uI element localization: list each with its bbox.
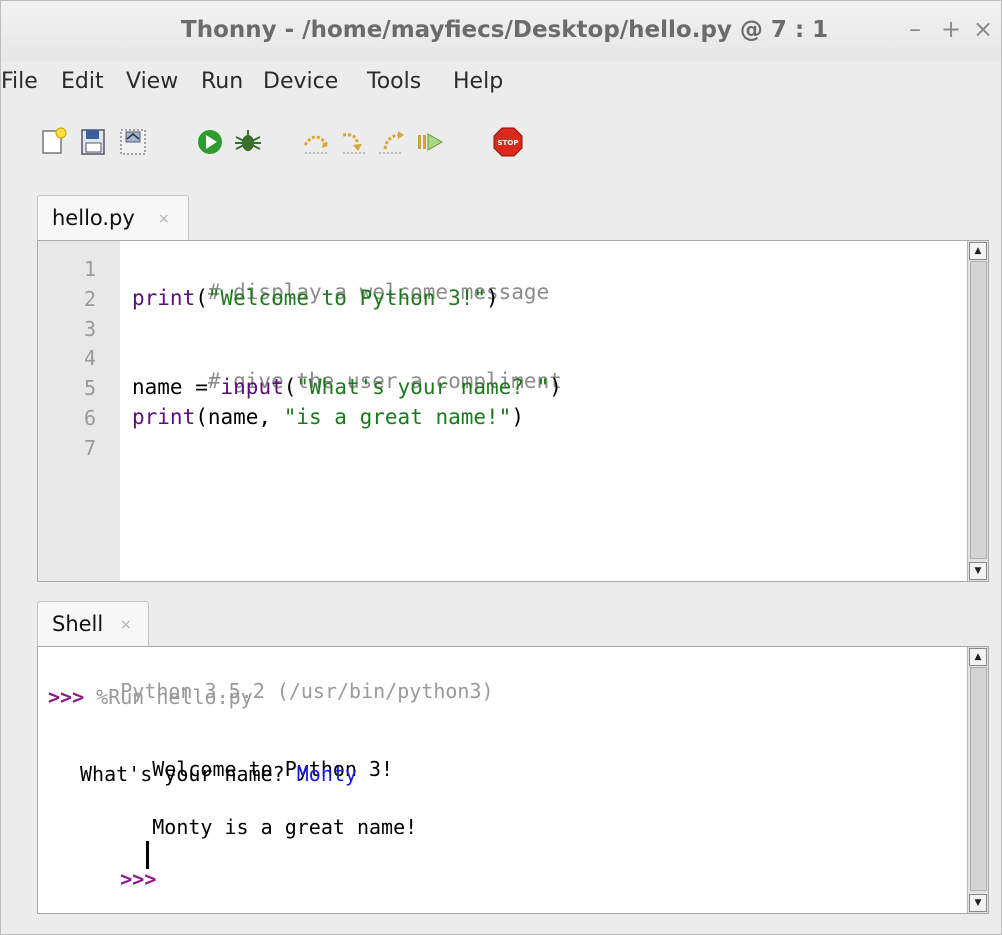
- stop-icon[interactable]: STOP: [491, 125, 525, 159]
- scroll-up-icon[interactable]: ▲: [969, 648, 987, 666]
- shell-scrollbar[interactable]: ▲ ▼: [967, 647, 988, 913]
- tab-close-icon[interactable]: ×: [120, 617, 132, 633]
- resume-icon[interactable]: [413, 125, 447, 159]
- close-button[interactable]: ×: [973, 15, 993, 43]
- tab-close-icon[interactable]: ×: [158, 211, 170, 227]
- line-number: 3: [83, 317, 96, 341]
- editor-scrollbar[interactable]: ▲ ▼: [967, 241, 988, 581]
- menu-file[interactable]: File: [1, 69, 38, 94]
- title-bar[interactable]: Thonny - /home/mayfiecs/Desktop/hello.py…: [1, 1, 1001, 61]
- code-function: print: [132, 286, 196, 310]
- text-cursor: [146, 841, 149, 869]
- step-over-icon[interactable]: [299, 125, 333, 159]
- scroll-down-icon[interactable]: ▼: [969, 562, 987, 580]
- user-input-text: Monty: [296, 762, 357, 786]
- code-function: input: [220, 375, 284, 399]
- tab-shell[interactable]: Shell ×: [37, 601, 149, 646]
- code-paren: ): [486, 286, 499, 310]
- toolbar: STOP: [1, 121, 1001, 171]
- line-number: 2: [83, 287, 96, 311]
- shell-prompt: >>>: [120, 867, 157, 891]
- output-text: Monty is a great name!: [152, 815, 418, 839]
- line-number: 4: [83, 346, 96, 370]
- code-line-2: print("Welcome to Python 3!"): [132, 286, 499, 310]
- minimize-button[interactable]: –: [909, 15, 921, 43]
- shell-input-line[interactable]: >>>: [48, 843, 156, 915]
- shell-output-2: What's your name? Monty: [80, 762, 357, 786]
- code-string: "Welcome to Python 3!": [207, 286, 487, 310]
- menu-bar: File Edit View Run Device Tools Help: [1, 65, 1001, 101]
- menu-run[interactable]: Run: [201, 69, 243, 94]
- code-string: "is a great name!": [283, 405, 512, 429]
- scroll-up-icon[interactable]: ▲: [969, 242, 987, 260]
- code-function: print: [132, 405, 196, 429]
- menu-edit[interactable]: Edit: [61, 69, 104, 94]
- thonny-window: Thonny - /home/mayfiecs/Desktop/hello.py…: [0, 0, 1002, 935]
- run-command: %Run hello.py: [96, 685, 253, 709]
- stop-label: STOP: [498, 139, 519, 147]
- shell-run-line: >>> %Run hello.py: [48, 685, 253, 709]
- code-paren: (: [195, 286, 208, 310]
- scroll-down-icon[interactable]: ▼: [969, 894, 987, 912]
- code-args: (name,: [195, 405, 284, 429]
- code-editor[interactable]: 1 2 3 4 5 6 7 # display a welcome messag…: [37, 240, 989, 582]
- shell-tab-label: Shell: [52, 612, 104, 636]
- line-number: 6: [83, 406, 96, 430]
- run-icon[interactable]: [193, 125, 227, 159]
- output-text: What's your name?: [80, 762, 297, 786]
- code-paren: ): [549, 375, 562, 399]
- tab-hello-py[interactable]: hello.py ×: [37, 195, 189, 240]
- code-paren: (: [283, 375, 297, 399]
- menu-help[interactable]: Help: [453, 69, 503, 94]
- scroll-thumb[interactable]: [970, 261, 987, 559]
- menu-view[interactable]: View: [126, 69, 178, 94]
- editor-tab-label: hello.py: [52, 206, 135, 230]
- window-title: Thonny - /home/mayfiecs/Desktop/hello.py…: [181, 17, 829, 43]
- shell-prompt: >>>: [48, 685, 85, 709]
- save-file-icon[interactable]: [117, 125, 151, 159]
- line-number-gutter: 1 2 3 4 5 6 7: [38, 241, 120, 581]
- scroll-thumb[interactable]: [970, 667, 987, 891]
- line-number: 5: [83, 376, 96, 400]
- new-file-icon[interactable]: [37, 125, 71, 159]
- step-out-icon[interactable]: [375, 125, 409, 159]
- code-variable: name =: [132, 375, 221, 399]
- code-string: "What's your name? ": [296, 375, 550, 399]
- shell-panel[interactable]: Python 3.5.2 (/usr/bin/python3) >>> %Run…: [37, 646, 989, 914]
- menu-device[interactable]: Device: [263, 69, 338, 94]
- debug-icon[interactable]: [231, 125, 265, 159]
- code-line-6: print(name, "is a great name!"): [132, 405, 524, 429]
- code-paren: ): [511, 405, 524, 429]
- maximize-button[interactable]: +: [941, 15, 961, 43]
- line-number: 7: [83, 436, 96, 460]
- code-line-5: name = input("What's your name? "): [132, 375, 562, 399]
- line-number: 1: [83, 257, 96, 281]
- open-file-icon[interactable]: [77, 125, 111, 159]
- menu-tools[interactable]: Tools: [367, 69, 421, 94]
- step-into-icon[interactable]: [337, 125, 371, 159]
